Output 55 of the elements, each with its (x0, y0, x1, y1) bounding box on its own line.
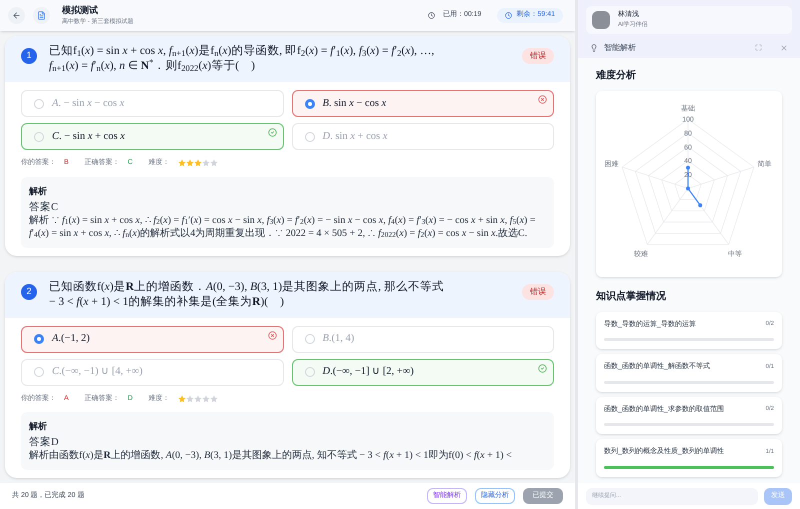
answer-option[interactable]: A. − sin x − cos x (21, 90, 284, 117)
back-arrow-icon (12, 11, 21, 20)
answer-option[interactable]: C. − sin x + cos x (21, 123, 284, 150)
analysis-title: 解析 (29, 420, 48, 432)
answer-text: 答案C (29, 200, 60, 214)
section-title: 知识点掌握情况 (596, 290, 667, 304)
wrong-icon (538, 95, 547, 104)
star-icon (202, 159, 210, 168)
option-text: B. sin x − cos x (322, 96, 386, 111)
document-icon (37, 11, 46, 20)
section-title: 难度分析 (596, 68, 637, 82)
star-icon (178, 159, 186, 168)
correct-icon (268, 128, 276, 137)
option-text: C.(−∞, −1) ∪ [4, +∞) (52, 365, 143, 380)
answer-text: 答案D (29, 436, 60, 449)
status-badge: 错误 (522, 48, 554, 64)
clock-icon (505, 12, 512, 19)
option-text: B.(1, 4) (322, 332, 354, 346)
radio-button[interactable] (304, 98, 314, 108)
bulb-icon (590, 44, 598, 52)
radar-data-shape (686, 165, 702, 207)
close-icon[interactable] (780, 44, 788, 52)
question-text: 已知f$_{1}$(x) = sin x + cos x, f$_{n+1}$(x)是f$_{n}$(x)的导函数, 即f$_{2}$(x) = f′$_{1}$(x), f$_{3}$(x) = f′$_{2}$(x), …, f$_{n+1}$(x) = f′$_{n}$(x), n ∈ N$^{*}$．则f$_{2022}$(x)等于( ) (49, 44, 436, 74)
question-number: 1 (21, 48, 37, 64)
star-icon (210, 159, 218, 168)
answer-option[interactable]: B. sin x − cos x (292, 90, 554, 117)
panel-title: 智能解析 (604, 42, 637, 54)
option-text: D. sin x + cos x (322, 130, 388, 144)
correct-icon (538, 364, 547, 372)
star-icon (186, 394, 194, 403)
option-text: D.(−∞, −1] ∪ [2, +∞) (322, 365, 414, 380)
option-text: A. − sin x − cos x (52, 96, 124, 111)
answer-option[interactable]: D.(−∞, −1] ∪ [2, +∞) (292, 358, 554, 386)
answer-option[interactable]: A.(−1, 2) (21, 326, 284, 352)
star-icon (202, 394, 210, 403)
star-icon (194, 159, 202, 168)
question-text: 已知函数f(x)是R上的增函数．A(0, −3), B(3, 1)是其图象上的两点, 那么不等式 − 3 < f(x + 1) < 1的解集的补集是(全集为R)( ) (49, 280, 445, 310)
star-icon (194, 394, 202, 403)
star-icon (186, 159, 194, 168)
option-text: A.(−1, 2) (52, 332, 90, 346)
avatar (592, 10, 610, 29)
radio-button[interactable] (34, 334, 44, 344)
star-icon (210, 394, 218, 403)
question-number: 2 (21, 284, 37, 300)
star-icon (178, 394, 186, 403)
analysis-title: 解析 (29, 184, 48, 196)
clock-icon (428, 12, 435, 19)
page-title: 模拟测试 (62, 4, 99, 18)
analysis-text: 解析 ∵ f$_{1}$(x) = sin x + cos x, ∴ f$_{2}$(x) = f$_{1}$′(x) = cos x − sin x, f$_{3}$(x) = f′$_{2}$(x) = − sin x − cos x, f$_{4}$(x) = f′$_{3}$(x) = − cos x + sin x, f$_{5}$(x) = f′$_{4}$(x) = sin x + cos x, ∴ f$_{n}$(x)的解析式以4为周期重复出现．∵ 2022 = 4 × 505 + 2, ∴ f$_{2022}$(x) = f$_{2}$(x) = cos x − sin x.故选C. (29, 214, 537, 240)
analysis-text: 解析由函数f(x)是R上的增函数, A(0, −3), B(3, 1)是其图象上的两点, 知不等式 − 3 < f(x + 1) < 1即为f(0) < f(x + 1) < (29, 449, 513, 462)
option-text: C. − sin x + cos x (52, 130, 125, 144)
wrong-icon (268, 330, 276, 340)
status-badge: 错误 (522, 284, 554, 300)
back-button[interactable] (8, 7, 25, 24)
expand-icon[interactable] (755, 44, 762, 51)
